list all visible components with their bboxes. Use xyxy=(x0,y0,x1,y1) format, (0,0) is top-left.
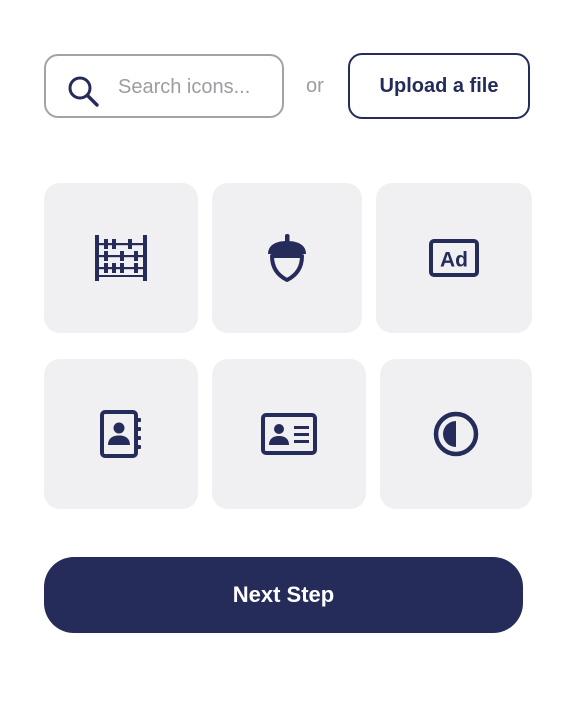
next-step-button[interactable]: Next Step xyxy=(44,557,523,633)
icon-tile-acorn[interactable] xyxy=(212,183,362,333)
icon-tile-adjust[interactable] xyxy=(380,359,532,509)
or-label: or xyxy=(306,75,324,97)
icon-tile-ad[interactable]: Ad xyxy=(376,183,532,333)
ad-icon: Ad xyxy=(429,239,479,277)
abacus-icon xyxy=(95,235,147,281)
icon-tile-address-card[interactable] xyxy=(212,359,366,509)
search-input[interactable] xyxy=(118,70,268,104)
upload-file-button[interactable]: Upload a file xyxy=(348,53,530,119)
search-box[interactable] xyxy=(44,54,284,118)
icon-tile-abacus[interactable] xyxy=(44,183,198,333)
ad-icon-label: Ad xyxy=(440,249,468,272)
search-icon xyxy=(68,76,99,107)
icon-tile-address-book[interactable] xyxy=(44,359,198,509)
acorn-icon xyxy=(268,234,306,282)
address-card-icon xyxy=(261,413,317,455)
address-book-icon xyxy=(100,410,141,458)
adjust-icon xyxy=(433,411,479,457)
